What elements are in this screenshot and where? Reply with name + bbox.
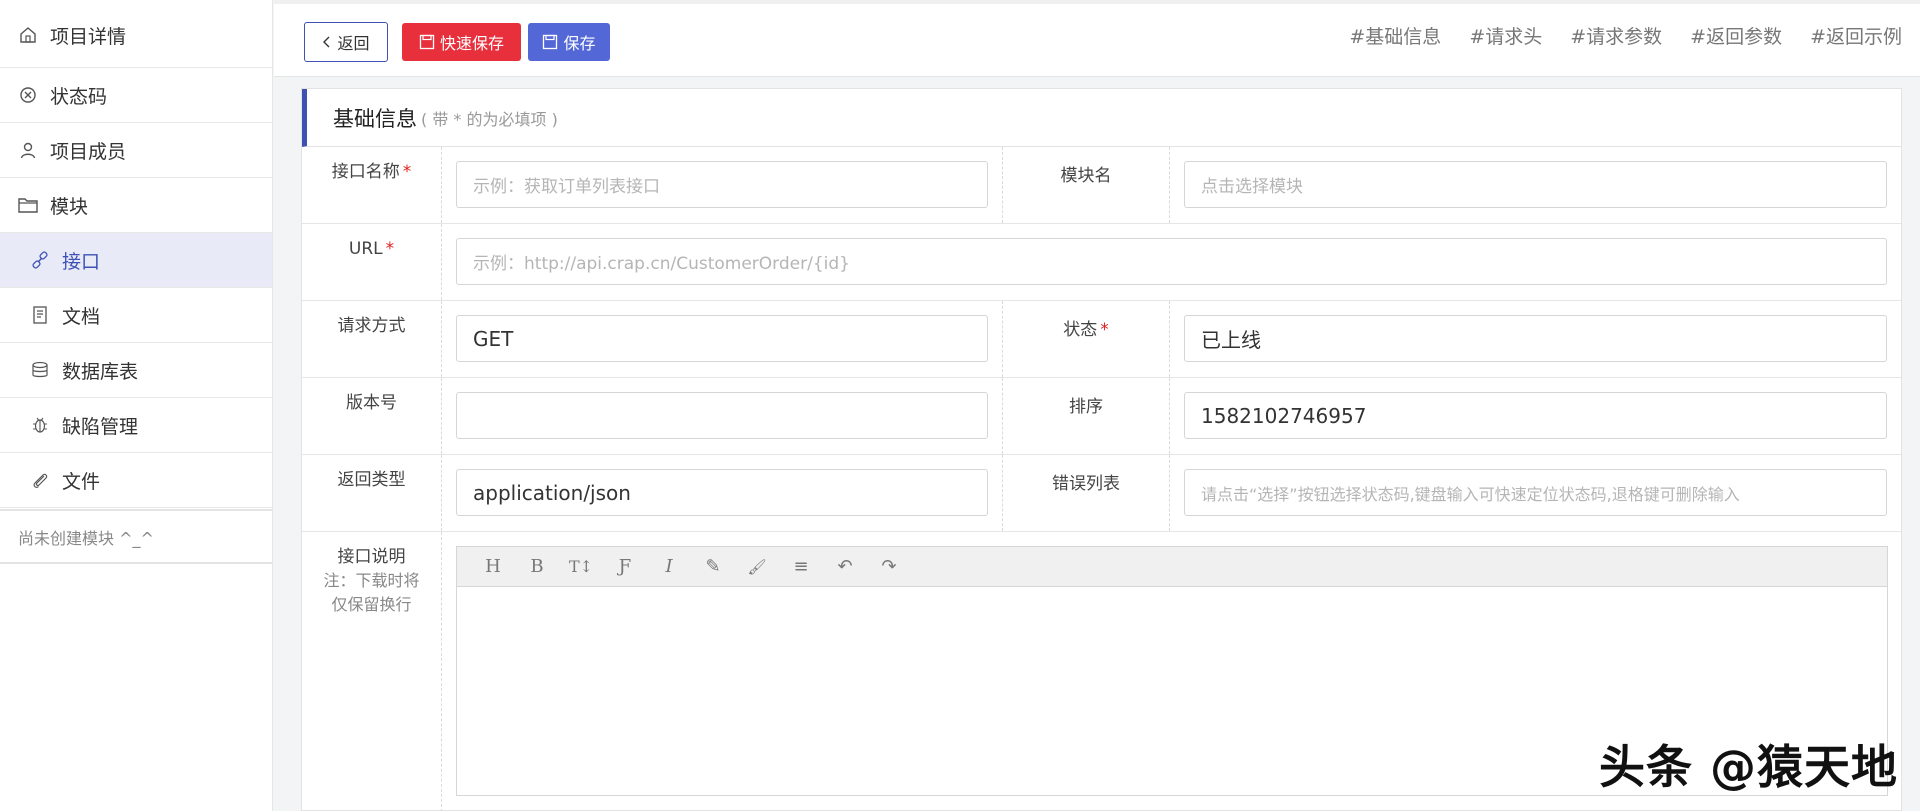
return-type-input[interactable]: application/json xyxy=(456,469,988,516)
floppy-icon xyxy=(419,34,435,50)
field-label: URL * xyxy=(302,224,442,300)
anchor-response-example[interactable]: #返回示例 xyxy=(1810,22,1902,49)
desc-note: 仅保留换行 xyxy=(331,595,412,614)
top-divider xyxy=(274,0,1920,4)
sidebar-item-label: 数据库表 xyxy=(62,360,139,383)
anchor-request-headers[interactable]: #请求头 xyxy=(1469,22,1542,49)
align-icon[interactable]: ≡ xyxy=(779,547,823,587)
sidebar: 项目详情 状态码 项目成员 模块 接口 文档 数据库表 缺陷管理 文件 尚未创建… xyxy=(0,0,273,811)
sidebar-empty-hint: 尚未创建模块 ^_^ xyxy=(0,509,272,564)
sidebar-item-label: 模块 xyxy=(50,195,89,218)
quick-save-label: 快速保存 xyxy=(439,34,504,53)
sidebar-item-label: 文件 xyxy=(62,470,101,493)
field-label: 返回类型 xyxy=(302,455,442,531)
circle-x-icon xyxy=(18,85,38,105)
card-header: 基础信息 ( 带 * 的为必填项 ) xyxy=(302,89,1901,147)
floppy-icon xyxy=(542,34,558,50)
save-label: 保存 xyxy=(563,34,596,53)
top-toolbar: 返回 快速保存 保存 #基础信息 #请求头 #请求参数 #返回参数 #返回示例 xyxy=(274,0,1920,77)
sidebar-item-label: 项目成员 xyxy=(50,140,127,163)
highlight-icon[interactable]: ✎ xyxy=(691,547,735,587)
sidebar-item-database[interactable]: 数据库表 xyxy=(0,343,272,398)
card-hint: ( 带 * 的为必填项 ) xyxy=(421,109,558,129)
required-mark: * xyxy=(385,239,395,259)
quick-save-button[interactable]: 快速保存 xyxy=(402,23,521,61)
error-list-input[interactable]: 请点击“选择”按钮选择状态码,键盘输入可快速定位状态码,退格键可删除输入 xyxy=(1184,469,1887,516)
sidebar-item-label: 状态码 xyxy=(50,85,108,108)
url-input[interactable]: 示例：http://api.crap.cn/CustomerOrder/{id} xyxy=(456,238,1887,285)
sidebar-item-members[interactable]: 项目成员 xyxy=(0,123,272,178)
sidebar-item-label: 缺陷管理 xyxy=(62,415,139,438)
anchor-response-params[interactable]: #返回参数 xyxy=(1690,22,1782,49)
sidebar-item-status-code[interactable]: 状态码 xyxy=(0,68,272,123)
anchor-basic-info[interactable]: #基础信息 xyxy=(1349,22,1441,49)
field-label: 模块名 xyxy=(1003,147,1170,223)
field-label: 排序 xyxy=(1003,378,1170,454)
document-icon xyxy=(30,305,50,325)
sidebar-item-label: 项目详情 xyxy=(50,25,127,48)
paperclip-icon xyxy=(30,470,50,490)
field-label: 请求方式 xyxy=(302,301,442,377)
form-row: URL * 示例：http://api.crap.cn/CustomerOrder… xyxy=(302,224,1901,301)
field-label: 错误列表 xyxy=(1003,455,1170,531)
sidebar-item-interface[interactable]: 接口 xyxy=(0,233,272,288)
method-select[interactable]: GET xyxy=(456,315,988,362)
bug-icon xyxy=(30,415,50,435)
field-label: 接口说明 注：下载时将 仅保留换行 xyxy=(302,532,442,811)
required-mark: * xyxy=(1100,320,1109,340)
redo-icon[interactable]: ↷ xyxy=(867,547,911,587)
version-input[interactable] xyxy=(456,392,988,439)
form-row: 请求方式 GET 状态 * 已上线 xyxy=(302,301,1901,378)
save-button[interactable]: 保存 xyxy=(528,23,610,61)
module-select-input[interactable]: 点击选择模块 xyxy=(1184,161,1887,208)
folder-icon xyxy=(18,195,38,215)
sidebar-item-label: 文档 xyxy=(62,305,101,328)
brush-icon[interactable]: 🖌 xyxy=(735,547,779,587)
required-mark: * xyxy=(402,162,412,182)
status-select[interactable]: 已上线 xyxy=(1184,315,1887,362)
section-anchors: #基础信息 #请求头 #请求参数 #返回参数 #返回示例 xyxy=(1321,22,1902,49)
form-row: 版本号 排序 1582102746957 xyxy=(302,378,1901,455)
sidebar-item-document[interactable]: 文档 xyxy=(0,288,272,343)
home-icon xyxy=(18,25,38,45)
desc-label: 接口说明 xyxy=(337,547,406,567)
sort-input[interactable]: 1582102746957 xyxy=(1184,392,1887,439)
text-size-icon[interactable]: T↕ xyxy=(559,547,603,587)
strikethrough-icon[interactable]: Ƒ xyxy=(603,547,647,587)
form-row: 返回类型 application/json 错误列表 请点击“选择”按钮选择状态… xyxy=(302,455,1901,532)
sidebar-item-module[interactable]: 模块 xyxy=(0,178,272,233)
heading-icon[interactable]: H xyxy=(471,547,515,587)
anchor-request-params[interactable]: #请求参数 xyxy=(1570,22,1662,49)
sidebar-item-label: 接口 xyxy=(62,250,101,273)
bold-icon[interactable]: B xyxy=(515,547,559,587)
sidebar-item-file[interactable]: 文件 xyxy=(0,453,272,508)
sidebar-item-bug[interactable]: 缺陷管理 xyxy=(0,398,272,453)
desc-note: 注：下载时将 xyxy=(323,571,420,590)
back-button[interactable]: 返回 xyxy=(304,22,388,62)
user-icon xyxy=(18,140,38,160)
watermark: 头条 @猿天地 xyxy=(1598,740,1898,794)
italic-icon[interactable]: I xyxy=(647,547,691,587)
card-title: 基础信息 xyxy=(333,106,417,131)
link-icon xyxy=(30,250,50,270)
editor-toolbar: H B T↕ Ƒ I ✎ 🖌 ≡ ↶ ↷ xyxy=(457,547,1887,587)
field-label: 版本号 xyxy=(302,378,442,454)
chevron-left-icon xyxy=(322,36,332,48)
database-icon xyxy=(30,360,50,380)
back-button-label: 返回 xyxy=(337,34,370,53)
undo-icon[interactable]: ↶ xyxy=(823,547,867,587)
interface-name-input[interactable]: 示例：获取订单列表接口 xyxy=(456,161,988,208)
basic-info-card: 基础信息 ( 带 * 的为必填项 ) 接口名称 * 示例：获取订单列表接口 模块名… xyxy=(301,88,1902,811)
field-label: 接口名称 * xyxy=(302,147,442,223)
sidebar-item-project-detail[interactable]: 项目详情 xyxy=(0,0,272,68)
form-row: 接口名称 * 示例：获取订单列表接口 模块名 点击选择模块 xyxy=(302,147,1901,224)
field-label: 状态 * xyxy=(1003,301,1170,377)
